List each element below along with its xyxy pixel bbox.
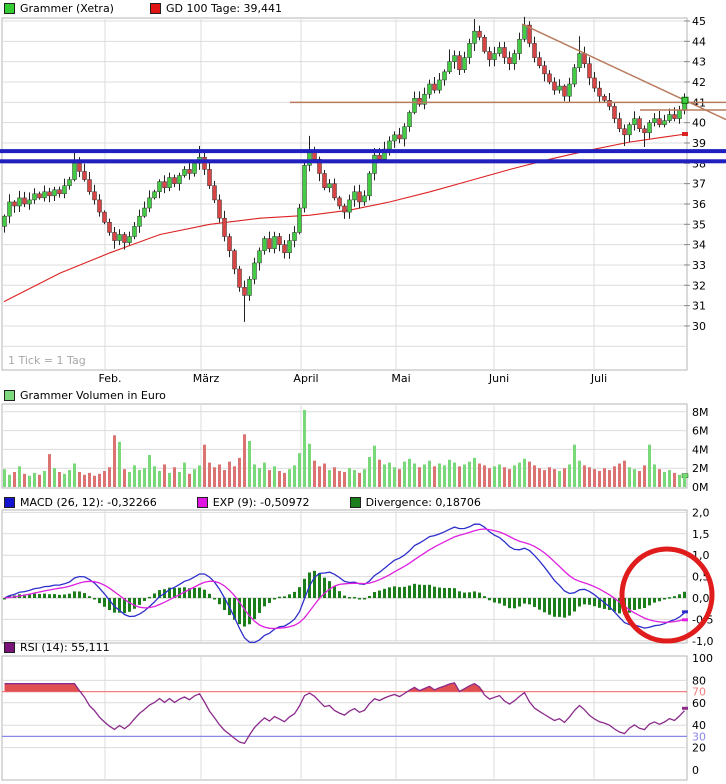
svg-text:44: 44 — [692, 35, 706, 48]
svg-text:Juli: Juli — [590, 372, 607, 385]
svg-text:April: April — [293, 372, 318, 385]
svg-text:0M: 0M — [692, 481, 709, 494]
svg-text:34: 34 — [692, 239, 706, 252]
rsi-legend: RSI (14): 55,111 — [4, 641, 110, 654]
rsi-label: RSI (14): 55,111 — [20, 641, 110, 654]
gd100-legend-item: GD 100 Tage: 39,441 — [150, 2, 282, 15]
instrument-swatch-icon — [4, 3, 15, 14]
svg-text:20: 20 — [692, 742, 706, 755]
svg-text:42: 42 — [692, 76, 706, 89]
svg-text:100: 100 — [692, 652, 713, 665]
exp-legend-item: EXP (9): -0,50972 — [197, 496, 310, 509]
svg-text:31: 31 — [692, 300, 706, 313]
svg-text:39: 39 — [692, 137, 706, 150]
volume-swatch-icon — [4, 390, 15, 401]
svg-text:45: 45 — [692, 15, 706, 28]
exp-label: EXP (9): -0,50972 — [213, 496, 310, 509]
macd-legend: MACD (26, 12): -0,32266 EXP (9): -0,5097… — [4, 496, 481, 509]
price-legend: Grammer (Xetra) GD 100 Tage: 39,441 — [4, 2, 282, 15]
svg-text:30: 30 — [692, 320, 706, 333]
instrument-label: Grammer (Xetra) — [20, 2, 114, 15]
volume-label: Grammer Volumen in Euro — [20, 389, 166, 402]
svg-text:2M: 2M — [692, 462, 709, 475]
macd-legend-item: MACD (26, 12): -0,32266 — [4, 496, 157, 509]
rsi-panel: 1008070604030200 — [2, 652, 713, 777]
rsi-swatch-icon — [4, 642, 15, 653]
svg-text:Mai: Mai — [391, 372, 410, 385]
svg-text:4M: 4M — [692, 443, 709, 456]
rsi-legend-item: RSI (14): 55,111 — [4, 641, 110, 654]
macd-swatch-icon — [4, 497, 15, 508]
tick-scale-note: 1 Tick = 1 Tag — [8, 354, 86, 367]
gd100-label: GD 100 Tage: 39,441 — [166, 2, 282, 15]
svg-text:35: 35 — [692, 218, 706, 231]
volume-legend: Grammer Volumen in Euro — [4, 389, 166, 402]
gd100-swatch-icon — [150, 3, 161, 14]
svg-text:37: 37 — [692, 178, 706, 191]
stock-chart-page: 45444342414039383736353433323130Feb.März… — [0, 0, 726, 784]
macd-panel: 2,01,51,00,50,0-0,5-1,0 — [2, 506, 713, 647]
svg-text:32: 32 — [692, 279, 706, 292]
trend-lines — [290, 24, 726, 120]
svg-text:38: 38 — [692, 157, 706, 170]
svg-text:Juni: Juni — [488, 372, 509, 385]
divergence-label: Divergence: 0,18706 — [366, 496, 481, 509]
divergence-swatch-icon — [350, 497, 361, 508]
divergence-legend-item: Divergence: 0,18706 — [350, 496, 481, 509]
svg-text:März: März — [193, 372, 220, 385]
svg-text:36: 36 — [692, 198, 706, 211]
svg-text:Feb.: Feb. — [99, 372, 122, 385]
svg-text:40: 40 — [692, 117, 706, 130]
svg-text:1,5: 1,5 — [692, 528, 710, 541]
macd-label: MACD (26, 12): -0,32266 — [20, 496, 157, 509]
svg-text:8M: 8M — [692, 406, 709, 419]
svg-text:-1,0: -1,0 — [692, 635, 713, 648]
support-bands — [0, 149, 726, 163]
volume-legend-item: Grammer Volumen in Euro — [4, 389, 166, 402]
svg-text:0: 0 — [692, 764, 699, 777]
svg-text:6M: 6M — [692, 425, 709, 438]
instrument-legend-item: Grammer (Xetra) — [4, 2, 114, 15]
x-axis-labels: Feb. März April Mai Juni Juli — [99, 372, 608, 385]
svg-text:0,0: 0,0 — [692, 592, 710, 605]
svg-text:60: 60 — [692, 697, 706, 710]
svg-text:2,0: 2,0 — [692, 506, 710, 519]
exp-swatch-icon — [197, 497, 208, 508]
svg-text:43: 43 — [692, 56, 706, 69]
svg-text:33: 33 — [692, 259, 706, 272]
